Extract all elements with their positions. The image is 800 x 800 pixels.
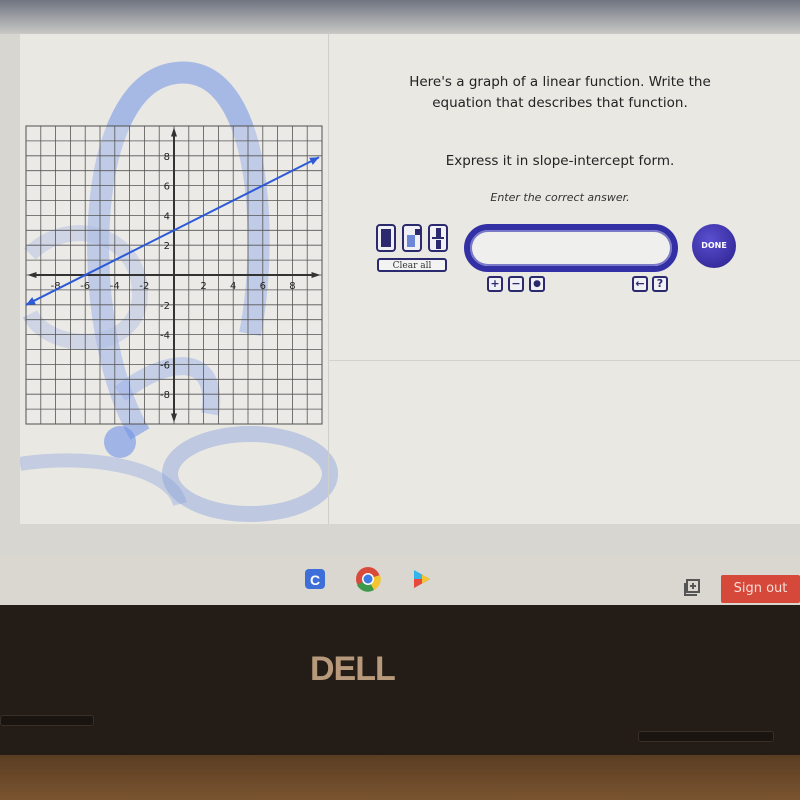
- question-text: Here's a graph of a linear function. Wri…: [360, 72, 760, 114]
- plus-icon: +: [490, 277, 500, 290]
- done-button[interactable]: DONE: [692, 224, 736, 268]
- screen: -8 -6 -4 -2 2 4 6 8 8 6 4 2 -2 -4 -6 -8 Here's a graph …: [0, 0, 800, 605]
- y-tick-label: 2: [164, 241, 170, 252]
- classlink-app[interactable]: C: [302, 566, 328, 592]
- dell-logo: DELL: [310, 650, 396, 688]
- backspace-button[interactable]: ←: [632, 276, 648, 292]
- x-tick-label: 2: [200, 281, 206, 292]
- fraction-denominator: [436, 240, 441, 249]
- bezel-bumper-left: [0, 715, 94, 726]
- minus-icon: −: [511, 277, 521, 290]
- backspace-icon: ←: [635, 277, 645, 290]
- blank-template-icon: [381, 229, 391, 247]
- fraction-template-icon: [436, 228, 441, 237]
- laptop-base: [0, 755, 800, 800]
- panel-divider: [328, 34, 329, 524]
- chrome-icon: [356, 567, 381, 592]
- x-tick-label: 8: [289, 281, 295, 292]
- exponent-template-button[interactable]: [402, 224, 422, 252]
- y-tick-label: -2: [160, 301, 170, 312]
- question-line-1: Here's a graph of a linear function. Wri…: [409, 74, 711, 90]
- x-tick-label: -2: [139, 281, 149, 292]
- y-tick-label: 8: [164, 152, 170, 163]
- question-line-2: equation that describes that function.: [432, 95, 688, 111]
- fraction-bar: [432, 237, 444, 239]
- coordinate-graph: -8 -6 -4 -2 2 4 6 88642-2-4-6-8: [25, 125, 323, 425]
- exponent-template-icon: [407, 235, 415, 247]
- help-button[interactable]: ?: [652, 276, 668, 292]
- bezel-bumper-right: [638, 731, 774, 742]
- y-tick-label: -4: [160, 331, 170, 342]
- classlink-icon: C: [305, 569, 325, 589]
- answer-prompt: Enter the correct answer.: [490, 191, 630, 204]
- browser-top-bar: [0, 0, 800, 34]
- x-tick-label: 6: [260, 281, 266, 292]
- dot-icon: ●: [533, 279, 541, 289]
- y-tick-label: -8: [160, 390, 170, 401]
- section-divider: [328, 360, 800, 361]
- laptop-bezel: DELL: [0, 605, 800, 755]
- help-icon: ?: [656, 277, 664, 290]
- blank-template-button[interactable]: [376, 224, 396, 252]
- answer-input[interactable]: [480, 233, 664, 265]
- y-tick-label: 4: [164, 211, 170, 222]
- sign-out-button[interactable]: Sign out: [721, 575, 800, 603]
- y-tick-label: -6: [160, 360, 170, 371]
- clear-all-button[interactable]: Clear all: [377, 258, 447, 272]
- play-store-icon: [414, 570, 430, 588]
- screen-capture-button[interactable]: [682, 578, 702, 598]
- answer-field[interactable]: [464, 224, 678, 272]
- plus-button[interactable]: +: [487, 276, 503, 292]
- x-tick-label: -6: [80, 281, 90, 292]
- x-tick-label: -4: [110, 281, 120, 292]
- chromeos-shelf: [0, 555, 800, 605]
- fraction-template-button[interactable]: [428, 224, 448, 252]
- dot-button[interactable]: ●: [529, 276, 545, 292]
- x-tick-label: 4: [230, 281, 236, 292]
- chrome-app[interactable]: [355, 566, 381, 592]
- screen-capture-icon: [684, 579, 700, 596]
- minus-button[interactable]: −: [508, 276, 524, 292]
- play-store-app[interactable]: [408, 566, 434, 592]
- y-tick-label: 6: [164, 182, 170, 193]
- instruction-text: Express it in slope-intercept form.: [445, 153, 675, 169]
- svg-text:C: C: [310, 572, 320, 588]
- exponent-box: [415, 229, 420, 235]
